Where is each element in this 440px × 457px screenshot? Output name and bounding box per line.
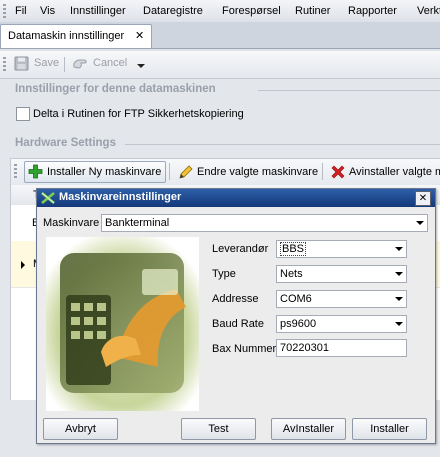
toolbar-separator [64, 57, 65, 72]
menu-verktoy[interactable]: Verkt [417, 5, 440, 17]
type-select[interactable]: Nets [276, 265, 407, 283]
hardware-toolbar-grip[interactable] [14, 164, 17, 178]
test-button[interactable]: Test [181, 418, 256, 440]
menu-grip[interactable] [3, 4, 6, 18]
chevron-down-icon [416, 221, 424, 225]
floppy-icon [14, 56, 29, 71]
row-selector-arrow-icon [21, 261, 25, 269]
ftp-backup-label: Delta i Rutinen for FTP Sikkerhetskopier… [33, 108, 244, 120]
cancel-hand-icon [73, 59, 87, 69]
menu-dataregistre[interactable]: Dataregistre [143, 5, 203, 17]
chevron-down-icon [395, 297, 403, 301]
dialog-close-button[interactable]: ✕ [415, 191, 431, 206]
bax-number-label: Bax Nummer [212, 343, 277, 355]
menu-bar: Fil Vis Innstillinger Dataregistre Fores… [0, 0, 440, 23]
hardware-select-value: Bankterminal [105, 217, 170, 229]
type-label: Type [212, 268, 236, 280]
save-label: Save [34, 57, 60, 69]
edit-selected-hardware-label: Endre valgte maskinvare [197, 166, 319, 178]
menu-innstillinger[interactable]: Innstillinger [70, 5, 126, 17]
hardware-settings-dialog: Maskinvareinnstillinger ✕ Maskinvare Ban… [36, 188, 436, 444]
hardware-image [46, 237, 199, 411]
tab-close-icon[interactable]: ✕ [135, 29, 144, 42]
tab-label: Datamaskin innstillinger [8, 30, 125, 42]
type-select-value: Nets [280, 268, 303, 280]
cancel-label: Cancel [93, 57, 128, 69]
toolbar-separator [322, 163, 323, 180]
menu-rutiner[interactable]: Rutiner [295, 5, 330, 17]
menu-rapporter[interactable]: Rapporter [348, 5, 397, 17]
menu-forespoersel[interactable]: Forespørsel [222, 5, 281, 17]
install-button[interactable]: Installer [352, 418, 427, 440]
install-new-hardware-button[interactable]: Installer Ny maskinvare [24, 161, 166, 183]
bax-number-input[interactable]: 70220301 [276, 339, 407, 357]
dialog-title-bar[interactable]: Maskinvareinnstillinger ✕ [37, 189, 435, 207]
chevron-down-icon [395, 247, 403, 251]
close-icon: ✕ [418, 193, 428, 204]
vendor-label: Leverandør [212, 243, 269, 255]
ftp-backup-checkbox[interactable] [16, 107, 30, 121]
tab-datamaskin-innstillinger[interactable]: Datamaskin innstillinger ✕ [0, 24, 152, 48]
app-logo-icon [41, 192, 55, 204]
hardware-settings-title: Hardware Settings [15, 137, 116, 149]
group-divider [125, 144, 440, 145]
baud-rate-label: Baud Rate [212, 318, 264, 330]
toolbar: Save Cancel [0, 51, 440, 79]
cancel-dialog-button[interactable]: Avbryt [43, 418, 118, 440]
uninstall-button[interactable]: AvInstaller [271, 418, 346, 440]
pencil-icon [179, 165, 193, 179]
chevron-down-icon [395, 272, 403, 276]
uninstall-selected-hardware-label: Avinstaller valgte m [349, 166, 440, 178]
vendor-select-value: BBS [280, 242, 307, 256]
dialog-title: Maskinvareinnstillinger [59, 191, 182, 203]
local-settings-title: Innstillinger for denne datamaskinen [15, 83, 216, 95]
group-divider [258, 90, 440, 91]
address-select[interactable]: COM6 [276, 290, 407, 308]
bank-terminal-photo [46, 237, 199, 411]
menu-fil[interactable]: Fil [15, 5, 27, 17]
baud-rate-select-value: ps9600 [280, 318, 317, 330]
toolbar-grip[interactable] [3, 57, 6, 71]
vendor-select[interactable]: BBS [276, 240, 407, 258]
hardware-select[interactable]: Bankterminal [101, 214, 428, 232]
uninstall-selected-hardware-button[interactable]: Avinstaller valgte m [327, 161, 440, 183]
bax-number-value: 70220301 [280, 342, 329, 354]
chevron-down-icon [395, 322, 403, 326]
address-select-value: COM6 [280, 293, 312, 305]
toolbar-separator [169, 163, 170, 180]
baud-rate-select[interactable]: ps9600 [276, 315, 407, 333]
red-x-icon [331, 165, 345, 179]
plus-icon [28, 164, 43, 179]
install-new-hardware-label: Installer Ny maskinvare [47, 166, 162, 178]
address-label: Addresse [212, 293, 259, 305]
edit-selected-hardware-button[interactable]: Endre valgte maskinvare [175, 161, 325, 183]
toolbar-overflow-chevron-icon[interactable] [137, 64, 145, 68]
hardware-toolbar: Installer Ny maskinvare Endre valgte mas… [10, 158, 440, 186]
hardware-label: Maskinvare [43, 217, 100, 229]
menu-vis[interactable]: Vis [40, 5, 55, 17]
